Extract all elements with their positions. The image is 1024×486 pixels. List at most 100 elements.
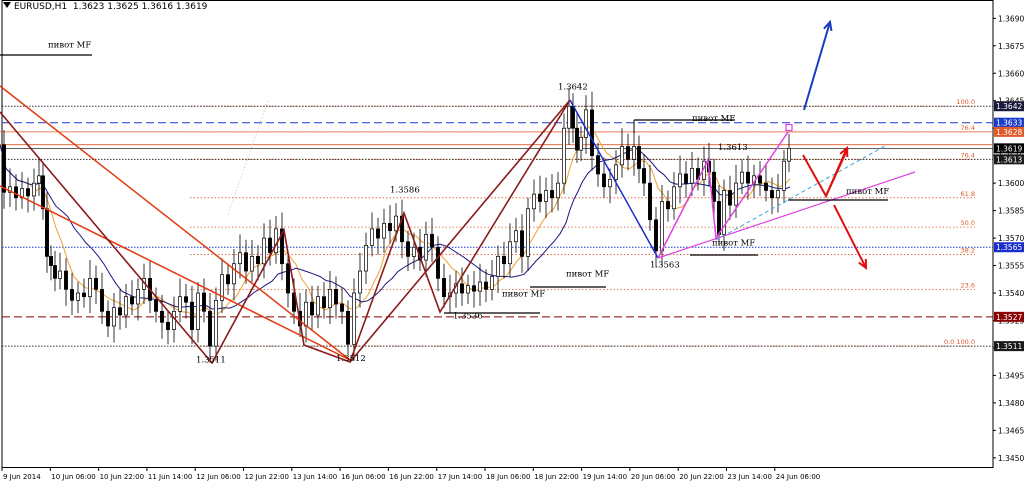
x-tick-label: 16 Jun 06:00 — [341, 473, 385, 481]
x-tick-label: 18 Jun 22:00 — [534, 473, 578, 481]
x-tick-label: 10 Jun 22:00 — [100, 473, 144, 481]
dropdown-triangle-icon[interactable] — [3, 2, 11, 8]
candle-body — [520, 230, 524, 257]
y-tick-label: 1.3690 — [998, 14, 1024, 23]
chart-annotation: 1.3536 — [453, 312, 483, 322]
candle-body — [666, 201, 670, 210]
candle-body — [14, 186, 18, 199]
candle-body — [352, 292, 356, 345]
candle-body — [49, 256, 53, 266]
candle-body — [136, 289, 140, 305]
candle-body — [614, 164, 618, 180]
candle-body — [268, 237, 272, 254]
candle-body — [94, 278, 98, 290]
candle-body — [88, 278, 92, 298]
symbol-label: EURUSD,H1 — [14, 2, 68, 12]
candle-body — [112, 307, 116, 327]
candle-body — [466, 285, 470, 294]
candle-body — [575, 127, 579, 151]
candle-body — [32, 182, 36, 197]
candle-body — [608, 179, 612, 188]
x-tick-label: 9 Jun 2014 — [3, 473, 41, 481]
candle-body — [76, 292, 80, 301]
candle-body — [579, 137, 583, 151]
price-axis-label-text: 1.3628 — [996, 128, 1022, 137]
x-tick-label: 20 Jun 06:00 — [631, 473, 675, 481]
candle-body — [514, 230, 518, 243]
candle-body — [304, 301, 308, 327]
candle-body — [602, 173, 606, 188]
candle-body — [430, 234, 434, 248]
y-tick-label: 1.3495 — [998, 371, 1024, 380]
x-tick-label: 20 Jun 22:00 — [679, 473, 723, 481]
x-tick-label: 10 Jun 06:00 — [51, 473, 95, 481]
fib-level-label: 0.0 100.0 — [944, 338, 975, 346]
chart-annotation: пивот MF — [692, 114, 735, 124]
candle-body — [340, 303, 344, 312]
candle-body — [358, 270, 362, 294]
price-axis-label-text: 1.3619 — [996, 144, 1022, 153]
chart-annotation: 1.3613 — [718, 143, 748, 153]
candle-body — [567, 105, 571, 129]
candle-body — [672, 186, 676, 210]
y-tick-label: 1.3480 — [998, 399, 1024, 408]
x-tick-label: 12 Jun 06:00 — [196, 473, 240, 481]
price-axis-label-text: 1.3527 — [996, 313, 1022, 322]
price-chart[interactable]: 1.36901.36751.36601.36451.36301.36151.36… — [0, 0, 1024, 482]
y-tick-label: 1.3600 — [998, 179, 1024, 188]
candle-body — [26, 188, 30, 197]
candle-body — [550, 190, 554, 199]
candle-body — [58, 270, 62, 279]
candle-body — [478, 281, 482, 292]
candle-body — [370, 228, 374, 246]
candle-body — [526, 208, 530, 257]
candle-body — [717, 201, 721, 235]
candle-body — [70, 289, 74, 301]
price-axis-label-text: 1.3633 — [996, 119, 1022, 128]
candle-body — [502, 256, 506, 265]
x-tick-label: 23 Jun 14:00 — [728, 473, 772, 481]
candle-body — [684, 173, 688, 184]
candle-body — [334, 289, 338, 305]
y-tick-label: 1.3555 — [998, 262, 1024, 271]
candle-body — [460, 283, 464, 294]
chart-annotation: пивот MF — [566, 270, 609, 280]
candle-body — [364, 245, 368, 272]
y-tick-label: 1.3540 — [998, 289, 1024, 298]
candle-body — [53, 265, 57, 279]
x-tick-label: 19 Jun 14:00 — [583, 473, 627, 481]
candle-body — [124, 296, 128, 316]
candle-body — [190, 301, 194, 330]
candle-body — [660, 201, 664, 252]
fib-level-label: 61.8 — [961, 190, 975, 198]
chart-window[interactable]: EURUSD,H1 1.3623 1.3625 1.3616 1.3619 1.… — [0, 0, 1024, 482]
candle-body — [118, 307, 122, 316]
y-tick-label: 1.3585 — [998, 207, 1024, 216]
candle-body — [286, 263, 290, 294]
candle-body — [82, 292, 86, 298]
candle-body — [178, 296, 182, 312]
candle-body — [770, 190, 774, 199]
candle-body — [746, 171, 750, 184]
candle-body — [232, 263, 236, 285]
candle-body — [626, 146, 630, 160]
chart-annotation: пивот MF — [48, 41, 91, 51]
x-tick-label: 13 Jun 14:00 — [293, 473, 337, 481]
candle-body — [782, 160, 786, 191]
x-tick-label: 12 Jun 22:00 — [245, 473, 289, 481]
candle-body — [238, 252, 242, 265]
fib-level-label: 50.0 — [961, 219, 975, 227]
chart-annotation: пивот MF — [846, 187, 889, 197]
candle-body — [490, 276, 494, 290]
y-tick-label: 1.3570 — [998, 234, 1024, 243]
candle-body — [642, 168, 646, 184]
candle-body — [538, 193, 542, 202]
ohlc-values: 1.3623 1.3625 1.3616 1.3619 — [72, 2, 208, 12]
candle-body — [472, 285, 476, 292]
candle-body — [274, 228, 278, 254]
candle-body — [787, 147, 791, 162]
y-tick-label: 1.3450 — [998, 454, 1024, 463]
candle-body — [596, 155, 600, 175]
candle-body — [316, 296, 320, 316]
candle-body — [394, 215, 398, 232]
